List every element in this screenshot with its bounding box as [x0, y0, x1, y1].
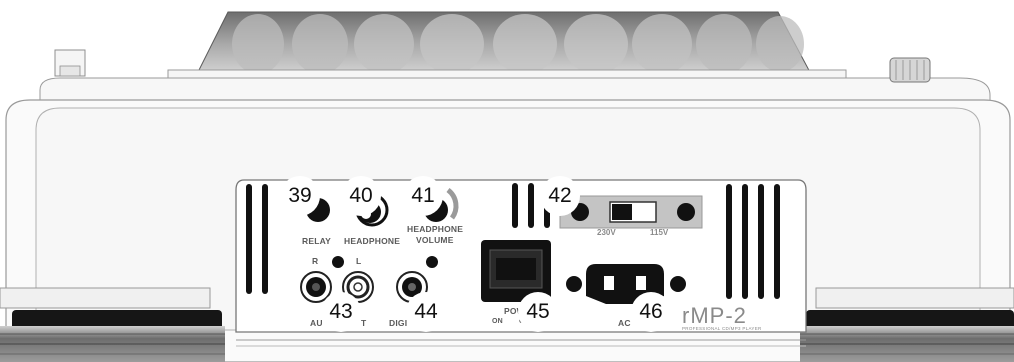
callout-44: 44: [406, 292, 446, 332]
jog-wheel: [195, 11, 813, 77]
callout-39: 39: [280, 176, 320, 216]
digital-screw: [426, 256, 438, 268]
audio-out-label-end: T: [361, 318, 367, 328]
callout-42: 42: [540, 176, 580, 216]
callout-43: 43: [321, 292, 361, 332]
audio-r-label: R: [312, 256, 319, 266]
audio-screw: [332, 256, 344, 268]
audio-out-label: AU: [310, 318, 323, 328]
audio-l-label: L: [356, 256, 362, 266]
headphone-volume-label-line1: HEADPHONE: [407, 224, 464, 234]
headphone-label: HEADPHONE: [344, 236, 401, 246]
ac-label: AC: [618, 318, 631, 328]
voltage-selector: [559, 195, 703, 229]
brand-tagline: PROFESSIONAL CD/MP3 PLAYER: [682, 326, 762, 331]
voltage-230-label: 230V: [597, 228, 616, 237]
headphone-volume-label-line2: VOLUME: [416, 235, 454, 245]
brand-logo-text: rMP-2: [682, 303, 747, 328]
power-on-label: ON: [492, 318, 503, 325]
callout-40: 40: [341, 176, 381, 216]
right-foot: [800, 287, 1014, 362]
device-rear-panel-illustration: RELAY HEADPHONE HEADPHONE VOLUME R L AU …: [0, 0, 1014, 362]
brand-logo: rMP-2 PROFESSIONAL CD/MP3 PLAYER: [682, 303, 762, 332]
callout-46: 46: [631, 292, 671, 332]
voltage-115-label: 115V: [650, 228, 669, 237]
callout-41: 41: [403, 176, 443, 216]
left-foot: [0, 287, 225, 362]
digital-out-label: DIGI: [389, 318, 408, 328]
callout-45: 45: [518, 292, 558, 332]
relay-label: RELAY: [302, 236, 332, 246]
